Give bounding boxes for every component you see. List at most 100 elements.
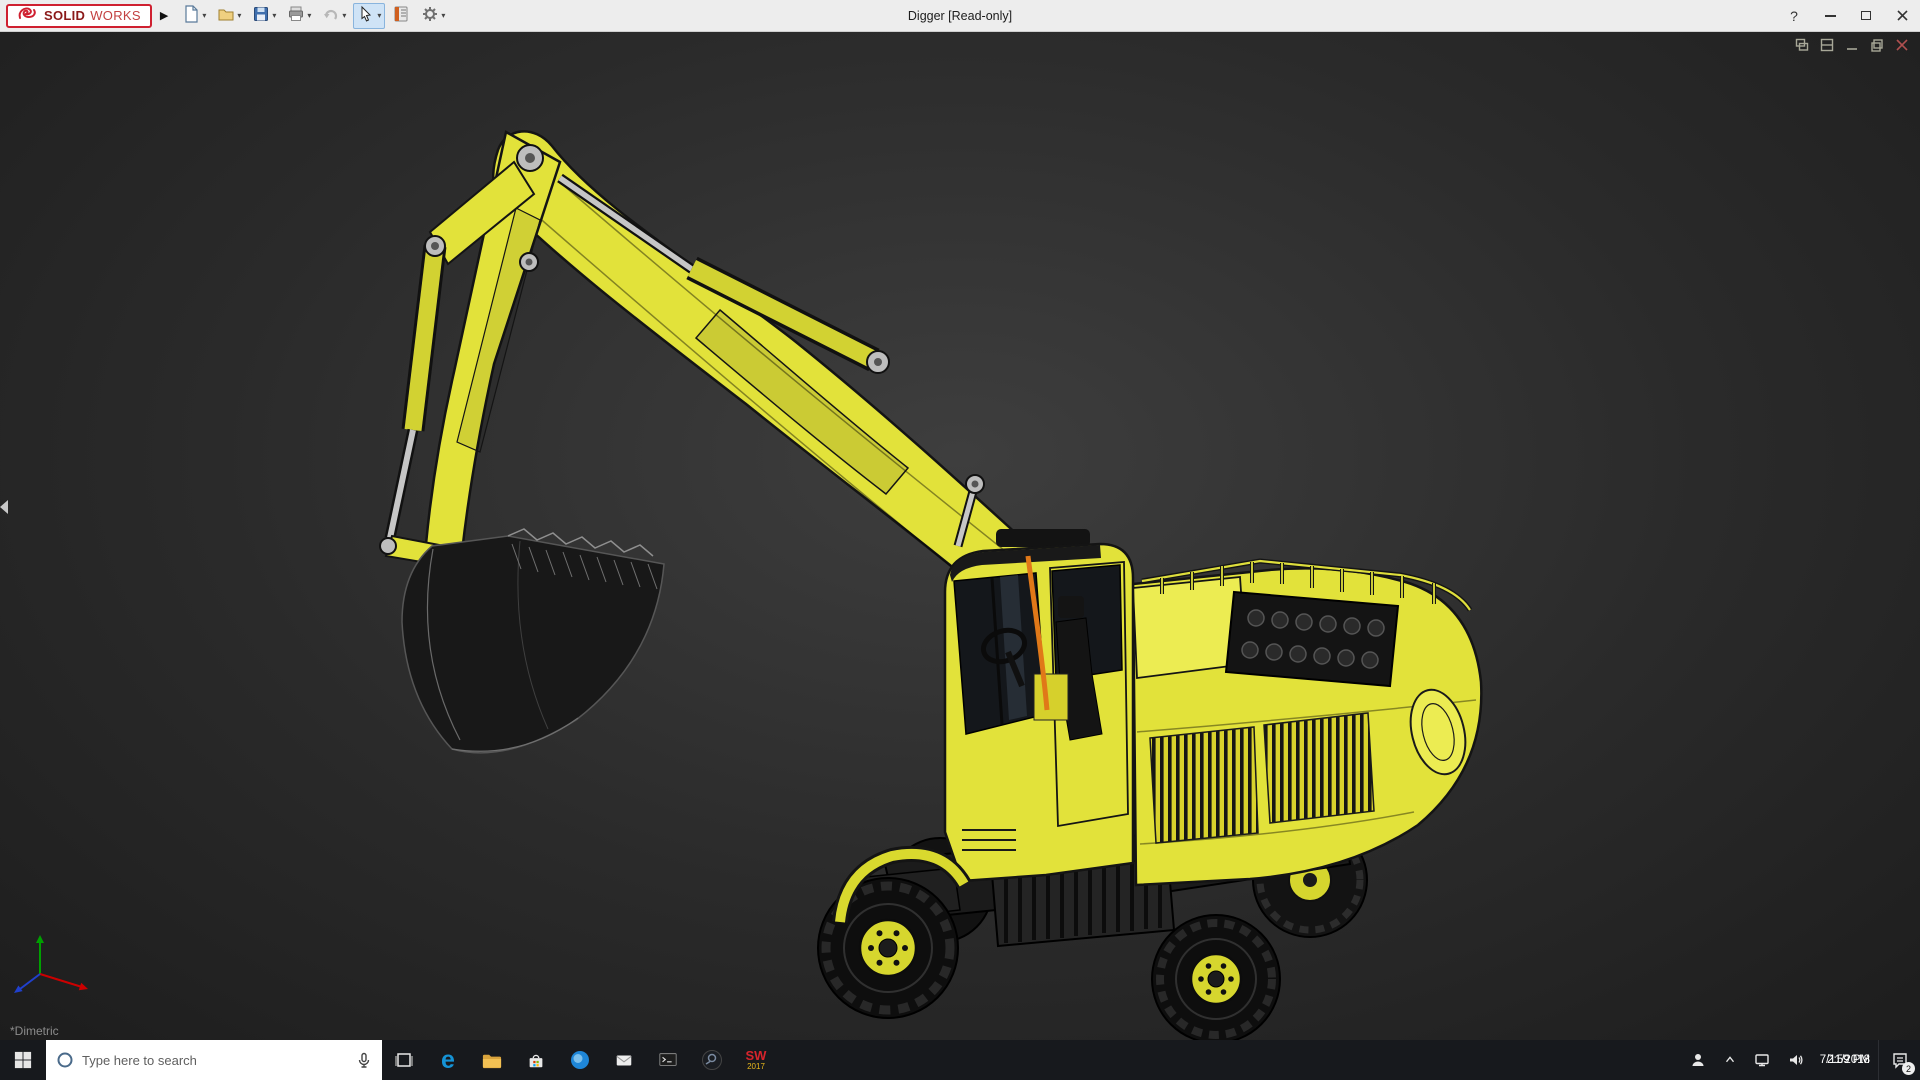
new-window-icon (1795, 38, 1809, 51)
notification-badge: 2 (1902, 1062, 1915, 1075)
people-button[interactable] (1688, 1050, 1708, 1070)
edge-icon: e (441, 1045, 455, 1074)
taskbar: e SW 2017 (0, 1040, 1920, 1080)
taskbar-spacer (778, 1040, 1682, 1080)
dropdown-caret[interactable]: ▾ (307, 11, 311, 20)
chevron-up-icon (1725, 1056, 1734, 1063)
dropdown-caret[interactable]: ▾ (272, 11, 276, 20)
store-button[interactable] (514, 1040, 558, 1080)
minimize-button[interactable] (1812, 0, 1848, 31)
close-icon (1896, 10, 1908, 21)
bucket[interactable] (401, 528, 665, 754)
tile-window-button[interactable] (1819, 37, 1835, 53)
save-button[interactable]: ▾ (248, 3, 280, 29)
minimize-icon (1824, 14, 1836, 17)
select-cursor-icon (357, 5, 375, 26)
document-properties-button[interactable] (388, 3, 414, 29)
view-orientation-label: *Dimetric (10, 1024, 59, 1038)
menu-expand-arrow[interactable]: ▶ (160, 9, 168, 22)
dark-circle-app-button[interactable] (690, 1040, 734, 1080)
dark-circle-app-icon (702, 1050, 722, 1070)
cab[interactable] (943, 529, 1135, 883)
stick-arm[interactable] (424, 130, 562, 554)
brand-solid: SOLID (44, 8, 86, 23)
dropdown-caret[interactable]: ▾ (377, 11, 381, 20)
print-icon (287, 5, 305, 26)
open-button[interactable]: ▾ (213, 3, 245, 29)
circular-app-button[interactable] (558, 1040, 602, 1080)
settings-button[interactable]: ▾ (417, 3, 449, 29)
model-canvas (379, 130, 1483, 1040)
taskbar-search[interactable] (46, 1040, 382, 1080)
help-button[interactable]: ? (1776, 0, 1812, 31)
side-vent-grille (1263, 712, 1375, 824)
close-button[interactable] (1884, 0, 1920, 31)
task-view-button[interactable] (382, 1040, 426, 1080)
terminal-icon (659, 1053, 677, 1066)
viewport-3d[interactable]: *Dimetric (0, 32, 1920, 1040)
side-vent-grille (1149, 726, 1259, 844)
engine-body[interactable] (1131, 558, 1483, 887)
new-document-icon (182, 5, 200, 26)
mail-button[interactable] (602, 1040, 646, 1080)
solidworks-app-button[interactable]: SW 2017 (734, 1040, 778, 1080)
doc-close-button[interactable] (1894, 37, 1910, 53)
open-folder-icon (217, 5, 235, 26)
solidworks-app-icon: SW (745, 1048, 767, 1063)
windows-start-icon (14, 1051, 32, 1069)
solidworks-year-label: 2017 (747, 1062, 765, 1071)
doc-close-icon (1896, 39, 1908, 51)
task-view-icon (395, 1053, 413, 1067)
dropdown-caret[interactable]: ▾ (202, 11, 206, 20)
file-explorer-button[interactable] (470, 1040, 514, 1080)
document-window-controls (1794, 37, 1910, 53)
circular-app-icon (571, 1051, 589, 1069)
print-button[interactable]: ▾ (283, 3, 315, 29)
doc-minimize-button[interactable] (1844, 37, 1860, 53)
select-tool-button[interactable]: ▾ (353, 2, 386, 29)
volume-button[interactable] (1785, 1050, 1805, 1070)
taskbar-clock[interactable]: 2:59 PM 7/11/2018 (1818, 1054, 1872, 1066)
solidworks-logo[interactable]: SOLID WORKS (6, 3, 152, 28)
network-button[interactable] (1752, 1050, 1772, 1070)
terminal-button[interactable] (646, 1040, 690, 1080)
mail-icon (616, 1055, 632, 1066)
store-icon (529, 1054, 543, 1068)
network-icon (1754, 1054, 1769, 1067)
doc-restore-icon (1871, 39, 1883, 52)
new-document-button[interactable]: ▾ (178, 3, 210, 29)
start-button[interactable] (0, 1040, 46, 1080)
doc-minimize-icon (1847, 48, 1857, 50)
wheel-rear[interactable] (1151, 914, 1281, 1040)
undo-button[interactable]: ▾ (318, 3, 350, 29)
system-tray: 2:59 PM 7/11/2018 (1682, 1040, 1878, 1080)
x-axis-arrow (78, 982, 88, 991)
edge-button[interactable]: e (426, 1040, 470, 1080)
doc-restore-button[interactable] (1869, 37, 1885, 53)
bucket-cylinder[interactable] (384, 244, 447, 540)
document-properties-icon (392, 5, 410, 26)
orientation-triad (14, 935, 88, 993)
engine-block (1224, 590, 1400, 688)
ds-logo-mark (17, 5, 39, 26)
excavator-model[interactable] (379, 130, 1483, 1040)
people-icon (1692, 1054, 1704, 1066)
panel-expand-arrow[interactable] (0, 500, 8, 514)
settings-gear-icon (421, 5, 439, 26)
titlebar: SOLID WORKS ▶ ▾ ▾ ▾ ▾ ▾ ▾ ▾ Digger [Read… (0, 0, 1920, 32)
dropdown-caret[interactable]: ▾ (441, 11, 445, 20)
window-controls: ? (1776, 0, 1920, 31)
dropdown-caret[interactable]: ▾ (342, 11, 346, 20)
new-window-button[interactable] (1794, 37, 1810, 53)
maximize-button[interactable] (1848, 0, 1884, 31)
dropdown-caret[interactable]: ▾ (237, 11, 241, 20)
hidden-icons-button[interactable] (1721, 1051, 1739, 1069)
quick-access-toolbar: ▾ ▾ ▾ ▾ ▾ ▾ ▾ (178, 2, 449, 29)
microphone-icon[interactable] (356, 1052, 372, 1068)
desktop-screen: SOLID WORKS ▶ ▾ ▾ ▾ ▾ ▾ ▾ ▾ Digger [Read… (0, 0, 1920, 1080)
save-floppy-icon (252, 5, 270, 26)
maximize-icon (1861, 11, 1871, 20)
action-center-button[interactable]: 2 (1878, 1040, 1920, 1080)
undo-icon (322, 5, 340, 26)
search-input[interactable] (82, 1052, 348, 1068)
